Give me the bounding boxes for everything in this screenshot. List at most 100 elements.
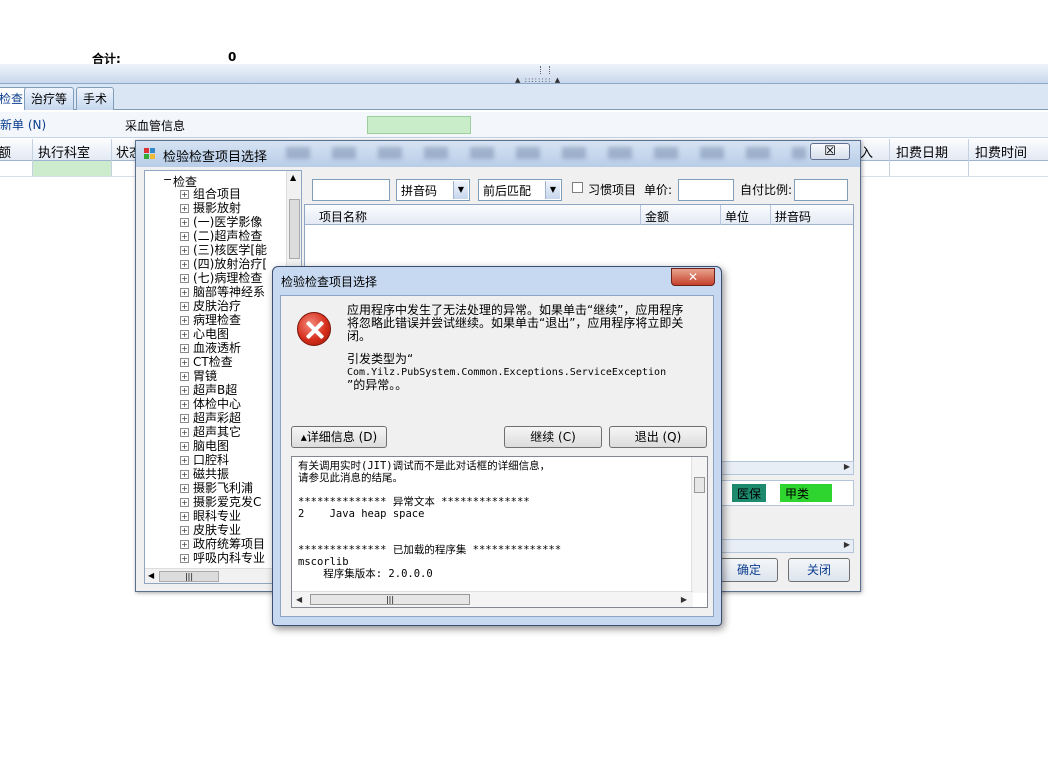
scroll-thumb[interactable] [694, 477, 705, 493]
tree-item[interactable]: + 心电图 [180, 327, 229, 341]
blood-tube-label: 采血管信息 [125, 119, 186, 133]
tree-item[interactable]: + 摄影爱克发C [180, 495, 261, 509]
scroll-left-icon[interactable]: ◀ [296, 595, 302, 604]
expand-icon[interactable]: + [180, 190, 189, 199]
tree-item[interactable]: + 超声彩超 [180, 411, 241, 425]
tree-item[interactable]: + 脑部等神经系 [180, 285, 265, 299]
tree-item[interactable]: + 摄影飞利浦 [180, 481, 253, 495]
splitter-arrows-icon: ▲ :::::::: ▲ [515, 76, 562, 84]
search-input[interactable] [312, 179, 390, 201]
lower-horizontal-scrollbar[interactable]: ▶ [721, 539, 854, 553]
tree-item[interactable]: + 呼吸内科专业 [180, 551, 265, 565]
tree-item[interactable]: + (三)核医学[能 [180, 243, 268, 257]
tree-item[interactable]: + 组合项目 [180, 187, 241, 201]
confirm-button[interactable]: 确定 [720, 558, 778, 582]
tab-surgery[interactable]: 手术 [76, 87, 115, 110]
tree-item-label: 胃镜 [193, 369, 218, 383]
tree-item[interactable]: + 超声B超 [180, 383, 237, 397]
expand-icon[interactable]: + [180, 274, 189, 283]
insurance-chips: 医保 甲类 [721, 480, 854, 506]
tree-item[interactable]: + (七)病理检查 [180, 271, 262, 285]
panel-splitter[interactable]: ▲ :::::::: ▲ [0, 64, 1048, 84]
exec-dept-cell[interactable] [33, 161, 111, 176]
tree-item[interactable]: + 胃镜 [180, 369, 218, 383]
tree-item[interactable]: + 体检中心 [180, 397, 241, 411]
tree-item[interactable]: + 磁共振 [180, 467, 229, 481]
tree-item[interactable]: + 口腔科 [180, 453, 229, 467]
tree-item[interactable]: + 摄影放射 [180, 201, 241, 215]
expand-icon[interactable]: + [180, 246, 189, 255]
tree-item[interactable]: + 超声其它 [180, 425, 241, 439]
scroll-right-icon[interactable]: ▶ [844, 462, 850, 471]
expand-icon[interactable]: + [180, 414, 189, 423]
habit-checkbox[interactable] [572, 182, 583, 193]
tree-item[interactable]: + 病理检查 [180, 313, 241, 327]
expand-icon[interactable]: + [180, 428, 189, 437]
col-pinyin: 拼音码 [775, 210, 812, 224]
expand-icon[interactable]: + [180, 218, 189, 227]
new-order-button[interactable]: 新单 (N) [0, 116, 46, 133]
window-close-button[interactable]: ☒ [810, 143, 850, 160]
tree-item[interactable]: + CT检查 [180, 355, 233, 369]
col-header-charge-date: 扣费日期 [896, 146, 949, 161]
scroll-left-icon[interactable]: ◀ [148, 571, 154, 580]
expand-icon[interactable]: + [180, 512, 189, 521]
tree-item[interactable]: + 血液透析 [180, 341, 241, 355]
continue-button[interactable]: 继续 (C) [504, 426, 602, 448]
details-horizontal-scrollbar[interactable]: ◀ ||| ▶ [292, 591, 693, 607]
close-button[interactable]: 关闭 [788, 558, 850, 582]
details-button[interactable]: ▴详细信息 (D) [291, 426, 387, 448]
expand-icon[interactable]: + [180, 526, 189, 535]
tree-item[interactable]: + 皮肤治疗 [180, 299, 241, 313]
expand-icon[interactable]: + [180, 358, 189, 367]
tree-item[interactable]: + (一)医学影像 [180, 215, 262, 229]
tree-item[interactable]: + (二)超声检查 [180, 229, 262, 243]
tree-item[interactable]: + 眼科专业 [180, 509, 241, 523]
expand-icon[interactable]: + [180, 456, 189, 465]
expand-icon[interactable]: + [180, 204, 189, 213]
scroll-right-icon[interactable]: ▶ [681, 595, 687, 604]
tree-item-label: (三)核医学[能 [193, 243, 268, 257]
expand-icon[interactable]: + [180, 442, 189, 451]
blood-tube-field[interactable] [367, 116, 471, 134]
expand-icon[interactable]: + [180, 470, 189, 479]
expand-icon[interactable]: + [180, 400, 189, 409]
expand-icon[interactable]: + [180, 316, 189, 325]
tree-item[interactable]: + 皮肤专业 [180, 523, 241, 537]
collapse-icon[interactable]: − [163, 173, 172, 186]
expand-icon[interactable]: + [180, 260, 189, 269]
scroll-thumb[interactable] [289, 199, 300, 259]
dropdown-arrow-icon[interactable]: ▼ [545, 181, 560, 199]
dialog-close-button[interactable]: ✕ [671, 268, 715, 286]
scroll-up-icon[interactable]: ▲ [290, 173, 296, 182]
pinyin-select[interactable]: 拼音码 ▼ [396, 179, 470, 201]
dropdown-arrow-icon[interactable]: ▼ [453, 181, 468, 199]
expand-icon[interactable]: + [180, 484, 189, 493]
details-vertical-scrollbar[interactable] [691, 457, 707, 593]
scroll-right-icon[interactable]: ▶ [844, 540, 850, 549]
selfpay-input[interactable] [794, 179, 848, 201]
filter-row: 拼音码 ▼ 前后匹配 ▼ 习惯项目 单价: 自付比例: [308, 177, 856, 203]
price-input[interactable] [678, 179, 734, 201]
expand-icon[interactable]: + [180, 330, 189, 339]
grid-horizontal-scrollbar[interactable]: ▶ [721, 461, 854, 475]
expand-icon[interactable]: + [180, 288, 189, 297]
expand-icon[interactable]: + [180, 302, 189, 311]
quit-button[interactable]: 退出 (Q) [609, 426, 707, 448]
scroll-thumb[interactable]: ||| [310, 594, 470, 605]
details-textbox[interactable]: 有关调用实时(JIT)调试而不是此对话框的详细信息， 请参见此消息的结尾。 **… [291, 456, 708, 608]
scroll-thumb[interactable]: ||| [159, 571, 219, 582]
expand-icon[interactable]: + [180, 372, 189, 381]
col-item-name: 项目名称 [319, 210, 368, 224]
expand-icon[interactable]: + [180, 386, 189, 395]
expand-icon[interactable]: + [180, 232, 189, 241]
expand-icon[interactable]: + [180, 498, 189, 507]
expand-icon[interactable]: + [180, 554, 189, 563]
tree-item[interactable]: + 政府统筹项目 [180, 537, 265, 551]
tab-treatment[interactable]: 治疗等 [24, 87, 75, 110]
tree-item[interactable]: + (四)放射治疗[ [180, 257, 267, 271]
tree-item[interactable]: + 脑电图 [180, 439, 229, 453]
expand-icon[interactable]: + [180, 344, 189, 353]
match-select[interactable]: 前后匹配 ▼ [478, 179, 562, 201]
expand-icon[interactable]: + [180, 540, 189, 549]
